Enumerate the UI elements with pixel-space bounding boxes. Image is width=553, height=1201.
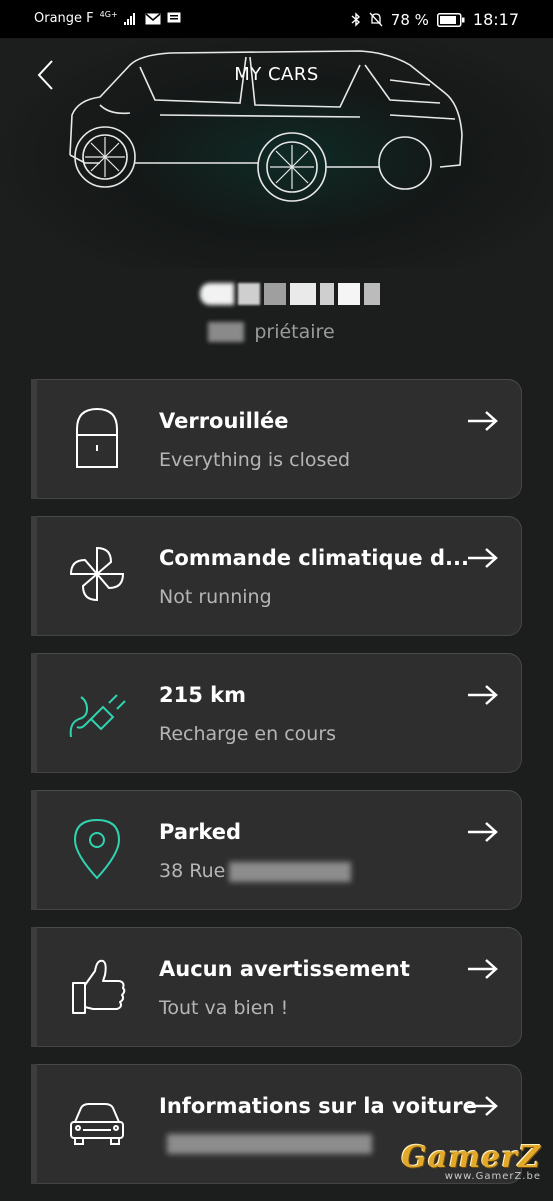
address-redaction: [229, 862, 351, 882]
card-location[interactable]: Parked 38 Rue: [31, 790, 522, 910]
card-title: Commande climatique d...: [159, 546, 469, 570]
lock-icon: [76, 407, 118, 468]
card-climate-control[interactable]: Commande climatique d... Not running: [31, 516, 522, 636]
watermark-logo: GamerZ: [401, 1140, 541, 1175]
mute-bell-icon: [369, 12, 383, 27]
arrow-right-icon: [468, 1096, 498, 1116]
battery-percent: 78 %: [390, 10, 429, 29]
bluetooth-icon: [351, 12, 360, 27]
card-subtitle: Everything is closed: [159, 449, 351, 471]
arrow-right-icon: [468, 548, 498, 568]
status-card-list: Verrouillée Everything is closed Command…: [31, 379, 522, 1201]
mail-icon: [145, 12, 161, 24]
network-badge: 4G+: [99, 10, 118, 19]
card-lock-status[interactable]: Verrouillée Everything is closed: [31, 379, 522, 499]
watermark: GamerZ www.GamerZ.be: [401, 1140, 541, 1182]
owner-role-redaction: [208, 322, 244, 342]
page-title: MY CARS: [234, 64, 319, 85]
arrow-right-icon: [468, 959, 498, 979]
arrow-right-icon: [468, 685, 498, 705]
car-info-redaction: [167, 1134, 372, 1154]
plug-icon: [69, 694, 126, 738]
message-icon: [167, 12, 181, 23]
card-title: Parked: [159, 820, 242, 844]
arrow-right-icon: [468, 822, 498, 842]
owner-name-redacted: [200, 283, 380, 305]
card-subtitle: Not running: [159, 586, 272, 608]
clock: 18:17: [472, 10, 519, 29]
card-title: Informations sur la voiture: [159, 1094, 477, 1118]
signal-icon: [123, 12, 135, 25]
status-bar: Orange F 4G+ 78 % 18:17: [0, 0, 553, 38]
card-subtitle: 38 Rue: [159, 860, 226, 882]
card-title: Verrouillée: [159, 409, 289, 433]
card-subtitle: Tout va bien !: [159, 997, 289, 1019]
card-warnings[interactable]: Aucun avertissement Tout va bien !: [31, 927, 522, 1047]
carrier-name: Orange F: [34, 11, 94, 26]
arrow-right-icon: [468, 411, 498, 431]
battery-icon: [436, 12, 465, 27]
thumbs-up-icon: [72, 959, 126, 1014]
card-subtitle: Recharge en cours: [159, 723, 337, 745]
car-icon: [70, 1103, 124, 1145]
location-pin-icon: [73, 818, 121, 880]
card-title: Aucun avertissement: [159, 957, 410, 981]
fan-icon: [69, 546, 125, 602]
card-charging[interactable]: 215 km Recharge en cours: [31, 653, 522, 773]
card-title: 215 km: [159, 683, 246, 707]
owner-role: priétaire: [254, 321, 335, 343]
